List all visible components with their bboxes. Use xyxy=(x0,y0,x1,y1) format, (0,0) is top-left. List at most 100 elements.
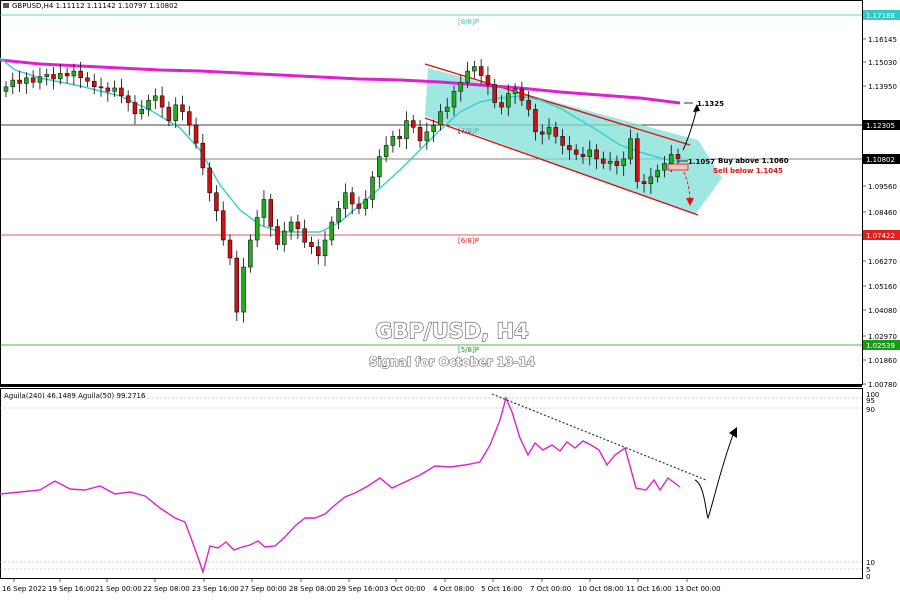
bearish-candle xyxy=(51,74,56,80)
bearish-candle xyxy=(533,109,538,133)
bearish-candle xyxy=(349,192,355,205)
bearish-candle xyxy=(159,95,165,108)
bearish-candle xyxy=(411,120,416,128)
bullish-candle xyxy=(465,70,470,83)
sell-signal-label: Sell below 1.1045 xyxy=(713,167,783,175)
target-price-label: 1.1325 xyxy=(697,100,724,108)
bearish-candle xyxy=(492,84,497,103)
level-7-8-price: 1.12305 xyxy=(866,122,895,130)
price-tick-label: 1.06270 xyxy=(868,258,897,266)
bullish-candle xyxy=(383,145,389,157)
price-tick-label: 1.00780 xyxy=(868,381,897,389)
bearish-candle xyxy=(302,228,307,243)
bullish-candle xyxy=(662,163,667,171)
time-tick-label: 16 Sep 2022 xyxy=(2,585,46,593)
bearish-candle xyxy=(220,210,226,241)
bullish-candle xyxy=(370,176,375,200)
time-tick-label: 28 Sep 08:00 xyxy=(289,585,336,593)
bearish-candle xyxy=(187,111,192,126)
bearish-candle xyxy=(30,77,36,83)
price-tick-label: 1.15030 xyxy=(868,59,897,67)
bullish-candle xyxy=(329,221,335,241)
level-5-8-label: [5/8]P xyxy=(458,346,479,354)
bullish-candle xyxy=(241,266,246,313)
bullish-candle xyxy=(3,86,9,92)
bearish-candle xyxy=(91,80,97,88)
bearish-candle xyxy=(268,199,273,227)
bullish-candle xyxy=(71,70,77,77)
bullish-candle xyxy=(431,124,436,133)
time-tick-label: 7 Oct 00:00 xyxy=(530,585,571,593)
bullish-candle xyxy=(146,100,151,110)
bullish-candle xyxy=(390,136,396,146)
bearish-candle xyxy=(132,102,138,115)
bearish-candle xyxy=(539,131,545,135)
time-axis[interactable]: 16 Sep 2022 19 Sep 16:00 21 Sep 00:00 22 Se… xyxy=(2,578,721,593)
bullish-candle xyxy=(37,76,43,83)
bearish-candle xyxy=(227,239,233,259)
price-tick-label: 1.16145 xyxy=(868,36,897,44)
sell-zone-box xyxy=(667,163,689,171)
time-tick-label: 3 Oct 00:00 xyxy=(384,585,425,593)
bearish-candle xyxy=(119,87,124,97)
bullish-candle xyxy=(506,93,511,108)
bearish-candle xyxy=(485,75,491,85)
bearish-candle xyxy=(64,73,70,77)
bearish-candle xyxy=(166,106,172,121)
bullish-candle xyxy=(288,221,294,232)
symbol-info: GBPUSD,H4 1.11112 1.11142 1.10797 1.1080… xyxy=(12,2,178,10)
bearish-candle xyxy=(519,88,525,101)
bearish-candle xyxy=(234,257,240,313)
bearish-candle xyxy=(567,145,572,151)
bullish-candle xyxy=(404,120,409,139)
price-tick-label: 1.05160 xyxy=(868,283,897,291)
price-axis[interactable]: 1.16145 1.15030 1.13950 1.12305 1.10802 1.095… xyxy=(862,36,897,389)
bearish-candle xyxy=(614,160,620,166)
current-price: 1.10802 xyxy=(866,156,895,164)
trading-chart: GBPUSD,H4 1.11112 1.11142 1.10797 1.1080… xyxy=(0,0,900,593)
bearish-candle xyxy=(98,86,104,89)
bearish-candle xyxy=(193,124,199,144)
bullish-candle xyxy=(336,208,341,223)
level-6-8-label: [6/8]P xyxy=(458,237,479,245)
time-tick-label: 19 Sep 16:00 xyxy=(48,585,95,593)
indicator-axis[interactable]: 10095901050 xyxy=(866,391,879,581)
indicator-tick-label: 95 xyxy=(866,397,875,405)
bullish-candle xyxy=(472,66,477,72)
symbol-menu-icon[interactable] xyxy=(3,3,9,8)
bearish-candle xyxy=(105,87,111,92)
bullish-candle xyxy=(139,109,145,115)
indicator-tick-label: 0 xyxy=(866,573,870,581)
bullish-candle xyxy=(112,87,117,92)
bearish-candle xyxy=(275,226,280,245)
bearish-candle xyxy=(573,149,579,155)
time-tick-label: 21 Sep 00:00 xyxy=(95,585,142,593)
indicator-panel-frame xyxy=(0,388,863,579)
bearish-candle xyxy=(180,104,185,112)
level-6-8-price: 1.07422 xyxy=(866,232,895,240)
bearish-candle xyxy=(315,246,321,257)
bearish-candle xyxy=(478,66,484,76)
bearish-candle xyxy=(641,181,647,184)
bullish-candle xyxy=(322,239,328,257)
level-8-8-label: [8/8]P xyxy=(458,18,479,26)
bearish-candle xyxy=(594,149,599,160)
bullish-candle xyxy=(377,156,382,178)
bullish-candle xyxy=(628,138,633,160)
bullish-candle xyxy=(10,79,16,88)
bullish-candle xyxy=(254,217,260,241)
bullish-candle xyxy=(655,169,660,178)
bearish-candle xyxy=(560,136,565,146)
time-tick-label: 4 Oct 08:00 xyxy=(433,585,474,593)
time-tick-label: 10 Oct 08:00 xyxy=(578,585,624,593)
level-8-8-price: 1.17188 xyxy=(866,12,895,20)
bullish-candle xyxy=(438,111,443,126)
bearish-candle xyxy=(499,102,504,108)
bullish-candle xyxy=(451,91,457,108)
bullish-candle xyxy=(512,88,518,94)
chart-overlay-title: GBP/USD, H4 xyxy=(375,319,528,343)
bearish-candle xyxy=(580,154,586,157)
price-tick-label: 1.08460 xyxy=(868,209,897,217)
bullish-candle xyxy=(44,74,49,77)
bearish-candle xyxy=(635,138,640,182)
